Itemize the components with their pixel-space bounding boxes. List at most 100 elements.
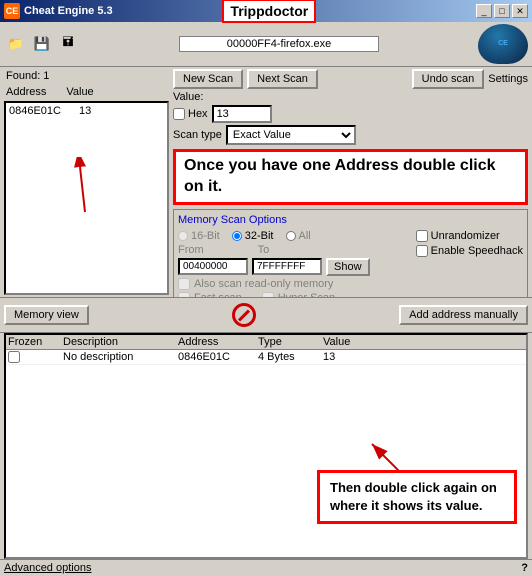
- col-value-header2: Value: [323, 336, 373, 348]
- hex-row: Hex: [173, 105, 528, 123]
- bit16-radio[interactable]: [178, 231, 188, 241]
- settings-label[interactable]: Settings: [488, 73, 528, 85]
- annotation2-text: Then double click again on where it show…: [330, 480, 497, 513]
- hex-value-input[interactable]: [212, 105, 272, 123]
- hyperscan-checkbox[interactable]: [262, 292, 274, 297]
- annotation-box-1: Once you have one Address double click o…: [173, 149, 528, 205]
- scan-type-select[interactable]: Exact Value Bigger than... Smaller than.…: [226, 125, 356, 145]
- undo-scan-button[interactable]: Undo scan: [412, 69, 485, 89]
- list-headers: Address Value: [4, 85, 169, 99]
- process-name: 00000FF4-firefox.exe: [227, 38, 332, 50]
- window-title: Cheat Engine 5.3: [24, 5, 113, 17]
- col-address-header: Address: [6, 86, 46, 98]
- status-bar: Advanced options ?: [0, 559, 532, 576]
- hex-checkbox-label: Hex: [173, 108, 208, 120]
- memory-scan-section: Memory Scan Options 16-Bit 32-Bit All: [173, 209, 528, 297]
- help-button[interactable]: ?: [521, 562, 528, 574]
- close-button[interactable]: ✕: [512, 4, 528, 18]
- value-label: Value:: [173, 91, 203, 103]
- annotation1-text: Once you have one Address double click o…: [184, 157, 496, 195]
- bit32-text: 32-Bit: [245, 230, 274, 242]
- to-input[interactable]: [252, 258, 322, 275]
- trippdoctor-label: Trippdoctor: [230, 3, 308, 19]
- open-button[interactable]: 📁: [4, 33, 28, 55]
- bit16-label: 16-Bit: [178, 230, 220, 242]
- bit16-text: 16-Bit: [191, 230, 220, 242]
- unrandomizer-checkbox[interactable]: [416, 230, 428, 242]
- list-value: 13: [79, 105, 91, 117]
- next-scan-button[interactable]: Next Scan: [247, 69, 318, 89]
- fastscan-text: Fast scan: [194, 292, 242, 297]
- range-inputs-row: Show: [178, 258, 523, 276]
- table-header: Frozen Description Address Type Value: [6, 335, 526, 350]
- memory-scan-title: Memory Scan Options: [178, 214, 523, 226]
- all-radio[interactable]: [286, 231, 296, 241]
- address-cell: 0846E01C: [178, 351, 258, 363]
- from-input[interactable]: [178, 258, 248, 275]
- add-address-button[interactable]: Add address manually: [399, 305, 528, 325]
- save2-button[interactable]: 🖬: [56, 33, 80, 55]
- col-value-header: Value: [66, 86, 93, 98]
- address-table-container: Frozen Description Address Type Value No…: [0, 333, 532, 559]
- scan-buttons-row: New Scan Next Scan Undo scan Settings: [173, 69, 528, 89]
- right-panel: New Scan Next Scan Undo scan Settings Va…: [173, 69, 528, 295]
- new-scan-button[interactable]: New Scan: [173, 69, 243, 89]
- title-bar-left: CE Cheat Engine 5.3: [4, 3, 113, 19]
- stop-scan-button[interactable]: [232, 303, 256, 327]
- save-button[interactable]: 💾: [30, 33, 54, 55]
- col-frozen-header: Frozen: [8, 336, 63, 348]
- list-address: 0846E01C: [9, 105, 79, 117]
- address-table[interactable]: Frozen Description Address Type Value No…: [4, 333, 528, 559]
- scan-type-row: Scan type Exact Value Bigger than... Sma…: [173, 125, 528, 145]
- hex-label: Hex: [188, 108, 208, 120]
- hex-checkbox[interactable]: [173, 108, 185, 120]
- toolbar: 📁 💾 🖬 00000FF4-firefox.exe CE: [0, 22, 532, 67]
- content-area: Found: 1 Address Value 0846E01C 13: [0, 67, 532, 297]
- all-text: All: [299, 230, 311, 242]
- bit32-radio[interactable]: [232, 231, 242, 241]
- type-cell: 4 Bytes: [258, 351, 323, 363]
- stop-line: [238, 309, 250, 321]
- speedhack-text: Enable Speedhack: [431, 245, 523, 257]
- hyperscan-text: Hyper Scan: [278, 292, 335, 297]
- value-row: Value:: [173, 91, 528, 103]
- readonly-text: Also scan read-only memory: [194, 278, 333, 290]
- fastscan-checkbox[interactable]: [178, 292, 190, 297]
- left-panel: Found: 1 Address Value 0846E01C 13: [4, 69, 169, 295]
- show-button[interactable]: Show: [326, 258, 370, 276]
- frozen-cell: [8, 351, 63, 363]
- description-cell: No description: [63, 351, 178, 363]
- title-bar-buttons: _ □ ✕: [476, 4, 528, 18]
- value-cell: 13: [323, 351, 373, 363]
- from-label: From: [178, 244, 204, 256]
- list-item[interactable]: 0846E01C 13: [7, 104, 166, 118]
- col-description-header: Description: [63, 336, 178, 348]
- arrow-icon-1: [60, 157, 120, 217]
- unrandomizer-text: Unrandomizer: [431, 230, 500, 242]
- table-row[interactable]: No description 0846E01C 4 Bytes 13: [6, 350, 526, 365]
- bottom-toolbar: Memory view Add address manually: [0, 297, 532, 333]
- readonly-row: Also scan read-only memory: [178, 278, 523, 290]
- fastscan-row: Fast scan: [178, 292, 242, 297]
- app-icon: CE: [4, 3, 20, 19]
- hyperscan-row: Hyper Scan: [262, 292, 335, 297]
- frozen-checkbox[interactable]: [8, 351, 20, 363]
- to-label: To: [258, 244, 270, 256]
- main-window: CE Cheat Engine 5.3 Trippdoctor _ □ ✕ 📁 …: [0, 0, 532, 576]
- advanced-options-link[interactable]: Advanced options: [4, 562, 91, 574]
- process-display: 00000FF4-firefox.exe: [179, 36, 379, 52]
- readonly-checkbox[interactable]: [178, 278, 190, 290]
- title-bar: CE Cheat Engine 5.3 Trippdoctor _ □ ✕: [0, 0, 532, 22]
- scan-type-label: Scan type: [173, 129, 222, 141]
- found-label: Found: 1: [4, 69, 169, 83]
- maximize-button[interactable]: □: [494, 4, 510, 18]
- col-address-header2: Address: [178, 336, 258, 348]
- minimize-button[interactable]: _: [476, 4, 492, 18]
- speedhack-checkbox[interactable]: [416, 245, 428, 257]
- all-label: All: [286, 230, 311, 242]
- bit32-label: 32-Bit: [232, 230, 274, 242]
- unrandomizer-label: Unrandomizer: [416, 230, 523, 242]
- annotation-box-2: Then double click again on where it show…: [317, 470, 517, 524]
- memory-view-button[interactable]: Memory view: [4, 305, 89, 325]
- speedhack-label: Enable Speedhack: [416, 245, 523, 257]
